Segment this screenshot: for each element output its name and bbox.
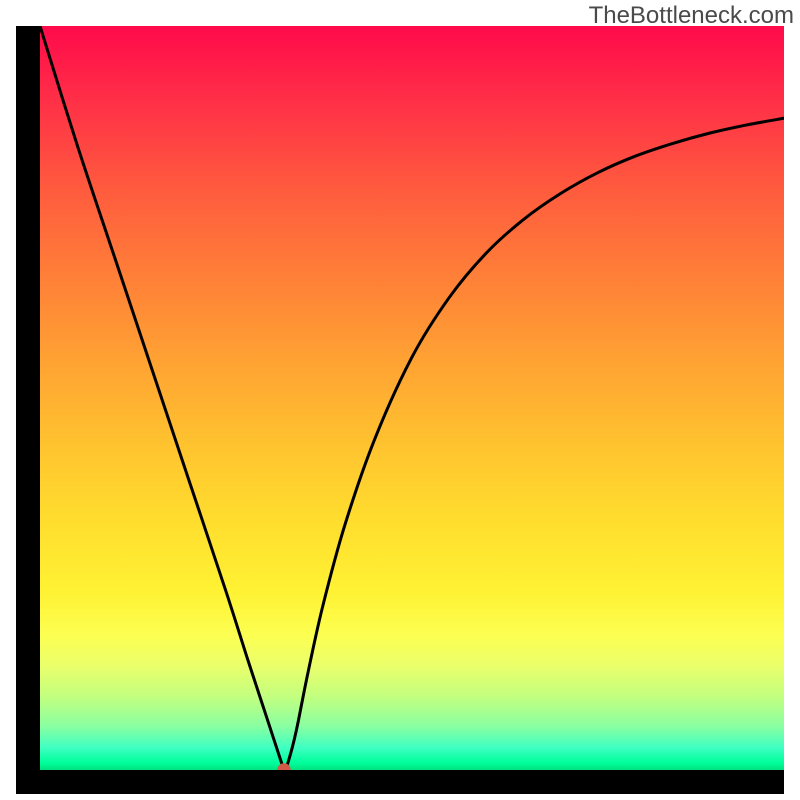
plot-border [16,26,784,794]
watermark-text: TheBottleneck.com [589,2,794,30]
chart-outer: TheBottleneck.com [0,0,800,800]
curve-layer [40,26,784,770]
plot-gradient-area [40,26,784,770]
bottleneck-curve [40,26,784,770]
